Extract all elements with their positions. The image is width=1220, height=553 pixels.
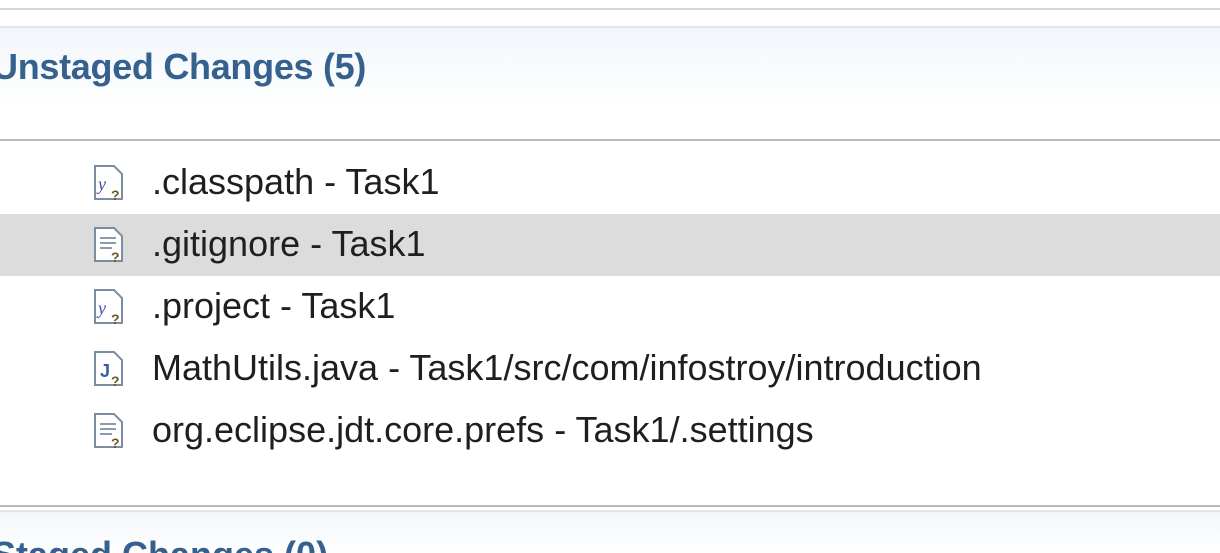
unstaged-file-row[interactable]: ? org.eclipse.jdt.core.prefs - Task1/.se… xyxy=(0,400,1220,462)
svg-text:?: ? xyxy=(111,311,120,326)
staged-section-title[interactable]: Staged Changes (0) xyxy=(0,534,328,553)
svg-text:y: y xyxy=(96,298,106,318)
xml-file-untracked-icon: y ? xyxy=(92,288,126,327)
file-label: .classpath - Task1 xyxy=(152,161,440,202)
svg-text:?: ? xyxy=(111,373,120,388)
svg-text:?: ? xyxy=(111,187,120,202)
unstaged-file-row[interactable]: y ? .project - Task1 xyxy=(0,276,1220,338)
unstaged-file-row-selected[interactable]: ? .gitignore - Task1 xyxy=(0,214,1220,276)
unstaged-file-row[interactable]: y ? .classpath - Task1 xyxy=(0,152,1220,214)
svg-text:?: ? xyxy=(111,435,120,450)
svg-text:?: ? xyxy=(111,249,120,264)
unstaged-section-title[interactable]: Unstaged Changes (5) xyxy=(0,46,366,88)
unstaged-file-row[interactable]: J ? MathUtils.java - Task1/src/com/infos… xyxy=(0,338,1220,400)
section-divider xyxy=(0,139,1220,141)
svg-text:J: J xyxy=(100,361,110,381)
section-divider-bottom xyxy=(0,505,1220,507)
svg-text:y: y xyxy=(96,174,106,194)
text-file-untracked-icon: ? xyxy=(92,226,126,265)
xml-file-untracked-icon: y ? xyxy=(92,164,126,203)
file-label: MathUtils.java - Task1/src/com/infostroy… xyxy=(152,347,982,388)
top-divider xyxy=(0,8,1220,10)
file-label: .gitignore - Task1 xyxy=(152,223,426,264)
git-staging-view: Unstaged Changes (5) y ? .classpath - Ta… xyxy=(0,0,1220,553)
staged-section-header[interactable]: Staged Changes (0) xyxy=(0,510,1220,553)
java-file-untracked-icon: J ? xyxy=(92,350,126,389)
file-label: .project - Task1 xyxy=(152,285,396,326)
text-file-untracked-icon: ? xyxy=(92,412,126,451)
file-label: org.eclipse.jdt.core.prefs - Task1/.sett… xyxy=(152,409,814,450)
unstaged-file-list: y ? .classpath - Task1 ? .gitignore - Ta… xyxy=(0,152,1220,462)
